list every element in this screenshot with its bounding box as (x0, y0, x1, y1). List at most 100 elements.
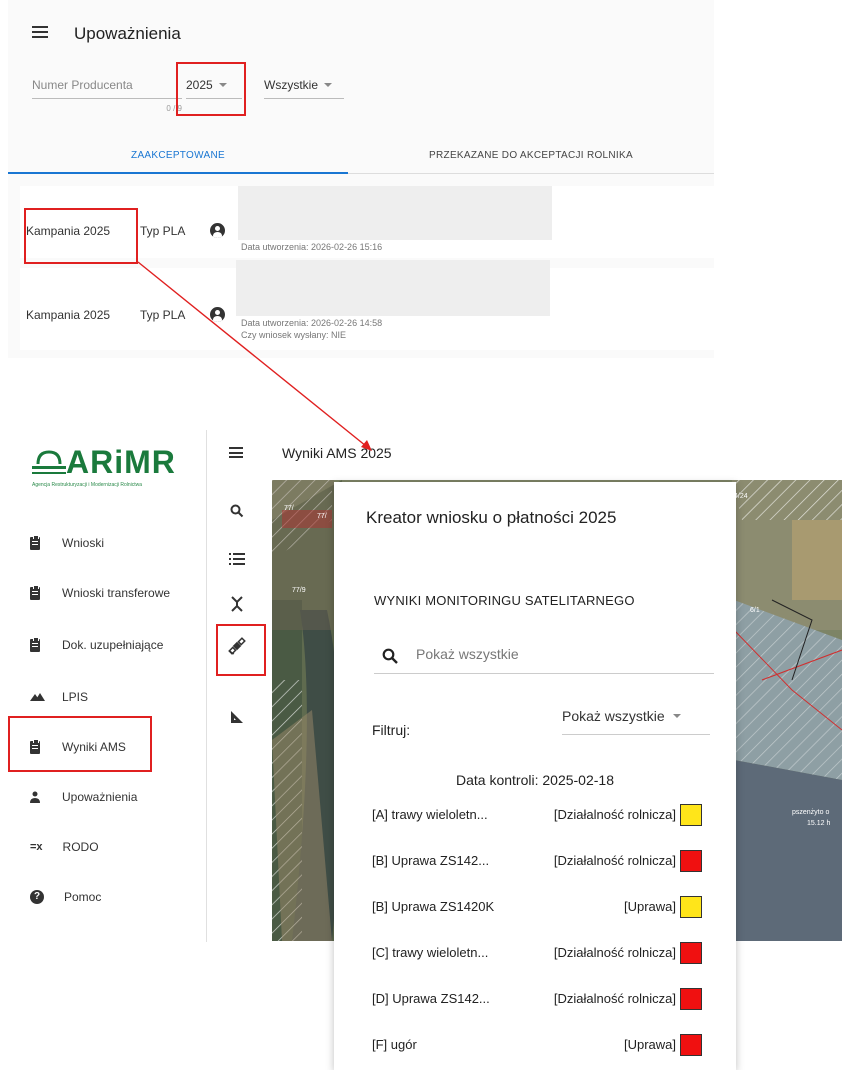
result-name: [A] trawy wieloletn... (372, 807, 488, 822)
result-type: [Uprawa] (623, 899, 676, 914)
merge-icon[interactable] (231, 596, 243, 612)
filter-value: Pokaż wszystkie (562, 708, 665, 724)
inspection-date: Data kontroli: 2025-02-18 (456, 772, 614, 788)
page-title: Upoważnienia (74, 24, 181, 43)
result-name: [F] ugór (372, 1037, 417, 1052)
search-icon (382, 648, 398, 664)
search-icon[interactable] (230, 504, 244, 518)
map-label: 4/24 (734, 493, 748, 500)
rodo-icon: =x (30, 841, 43, 853)
result-name: [C] trawy wieloletn... (372, 945, 489, 960)
person-icon (210, 223, 225, 238)
result-row[interactable]: [B] Uprawa ZS1420K [Uprawa] (372, 896, 702, 918)
status-swatch (680, 988, 702, 1010)
sidebar-item-label: Wnioski transferowe (62, 586, 171, 600)
result-name: [B] Uprawa ZS1420K (372, 899, 495, 914)
result-row[interactable]: [F] ugór [Uprawa] (372, 1034, 702, 1056)
result-type: [Działalność rolnicza] (553, 853, 676, 868)
wizard-title: Kreator wniosku o płatności 2025 (366, 508, 617, 527)
field-underline (562, 734, 710, 735)
person-icon (210, 307, 225, 322)
header-title: Wyniki AMS 2025 (282, 445, 392, 461)
sidebar-item-label: Wnioski (62, 536, 105, 550)
sidebar-divider (206, 430, 207, 942)
tab-divider (348, 173, 714, 174)
payment-wizard-panel: Kreator wniosku o płatności 2025 WYNIKI … (334, 482, 736, 1070)
sent-status: Czy wniosek wysłany: NIE (241, 330, 347, 340)
search-field[interactable]: Pokaż wszystkie (374, 640, 714, 674)
map-label: 15.12 h (807, 820, 830, 827)
menu-icon[interactable] (229, 447, 243, 458)
status-select[interactable]: Wszystkie (264, 78, 344, 99)
clipboard-icon (30, 584, 40, 600)
arimr-logo: ARiMR Agencja Restrukturyzacji i Moderni… (30, 438, 200, 488)
sidebar-item-label: Pomoc (64, 890, 102, 904)
map-label: 77/ (284, 505, 294, 512)
redacted-block (236, 260, 550, 316)
field-underline (32, 98, 182, 99)
campaign-label: Kampania 2025 (26, 308, 111, 322)
person-icon (30, 791, 40, 803)
highlight-campaign (24, 208, 138, 264)
created-date: Data utworzenia: 2026-02-26 15:16 (241, 242, 383, 252)
status-value: Wszystkie (264, 78, 318, 92)
type-label: Typ PLA (140, 308, 186, 322)
result-row[interactable]: [B] Uprawa ZS142... [Działalność rolnicz… (372, 850, 702, 872)
tab-accepted[interactable]: ZAAKCEPTOWANE (8, 150, 348, 161)
help-icon: ? (30, 890, 44, 904)
producer-number-field[interactable]: Numer Producenta 0 / 9 (32, 78, 182, 113)
sidebar-item-label: Upoważnienia (62, 790, 138, 804)
status-swatch (680, 942, 702, 964)
map-label: 6/1 (750, 607, 760, 614)
sidebar-item-dok-uzupelniajace[interactable]: Dok. uzupełniające (30, 636, 164, 652)
active-tab-indicator (8, 172, 348, 174)
sidebar-item-label: LPIS (62, 690, 89, 704)
tab-pending-farmer-acceptance[interactable]: PRZEKAZANE DO AKCEPTACJI ROLNIKA (348, 150, 714, 161)
status-swatch (680, 804, 702, 826)
terrain-icon (30, 693, 45, 701)
highlight-year (176, 62, 246, 116)
sidebar-item-pomoc[interactable]: ? Pomoc (30, 890, 101, 904)
producer-number-label: Numer Producenta (32, 78, 133, 92)
map-label: 77/ (317, 513, 327, 520)
sidebar: ARiMR Agencja Restrukturyzacji i Moderni… (8, 430, 208, 942)
highlight-satellite-tool (216, 624, 266, 676)
status-swatch (680, 850, 702, 872)
section-title: WYNIKI MONITORINGU SATELITARNEGO (374, 593, 635, 608)
list-icon[interactable] (229, 552, 245, 566)
measure-icon[interactable] (230, 710, 244, 724)
map-label: pszenżyto o (792, 809, 829, 816)
type-label: Typ PLA (140, 224, 186, 238)
result-type: [Uprawa] (623, 1037, 676, 1052)
status-swatch (680, 896, 702, 918)
result-row[interactable]: [D] Uprawa ZS142... [Działalność rolnicz… (372, 988, 702, 1010)
logo-subtitle: Agencja Restrukturyzacji i Modernizacji … (32, 482, 143, 488)
status-swatch (680, 1034, 702, 1056)
field-underline (374, 673, 714, 674)
clipboard-icon (30, 534, 40, 550)
result-type: [Działalność rolnicza] (553, 991, 676, 1006)
chevron-down-icon (324, 83, 332, 87)
redacted-block (238, 186, 552, 240)
sidebar-item-wnioski-transferowe[interactable]: Wnioski transferowe (30, 584, 171, 600)
result-row[interactable]: [C] trawy wieloletn... [Działalność roln… (372, 942, 702, 964)
result-name: [D] Uprawa ZS142... (372, 991, 490, 1006)
result-name: [B] Uprawa ZS142... (372, 853, 490, 868)
sidebar-item-upowaznienia[interactable]: Upoważnienia (30, 790, 137, 804)
result-row[interactable]: [A] trawy wieloletn... [Działalność roln… (372, 804, 702, 826)
highlight-wyniki-ams (8, 716, 152, 772)
filter-label: Filtruj: (372, 722, 411, 738)
sidebar-item-rodo[interactable]: =x RODO (30, 840, 99, 854)
created-date: Data utworzenia: 2026-02-26 14:58 (241, 318, 383, 328)
sidebar-item-label: Dok. uzupełniające (62, 638, 164, 652)
menu-icon[interactable] (32, 26, 48, 38)
result-type: [Działalność rolnicza] (553, 945, 676, 960)
search-placeholder: Pokaż wszystkie (416, 646, 519, 662)
sidebar-item-wnioski[interactable]: Wnioski (30, 534, 105, 550)
sidebar-item-lpis[interactable]: LPIS (30, 690, 88, 704)
authorization-card[interactable]: Kampania 2025 Typ PLA Data utworzenia: 2… (20, 260, 714, 350)
filter-select[interactable]: Pokaż wszystkie (562, 708, 710, 735)
field-underline (264, 98, 344, 99)
sidebar-item-label: RODO (62, 840, 99, 854)
clipboard-icon (30, 636, 40, 652)
